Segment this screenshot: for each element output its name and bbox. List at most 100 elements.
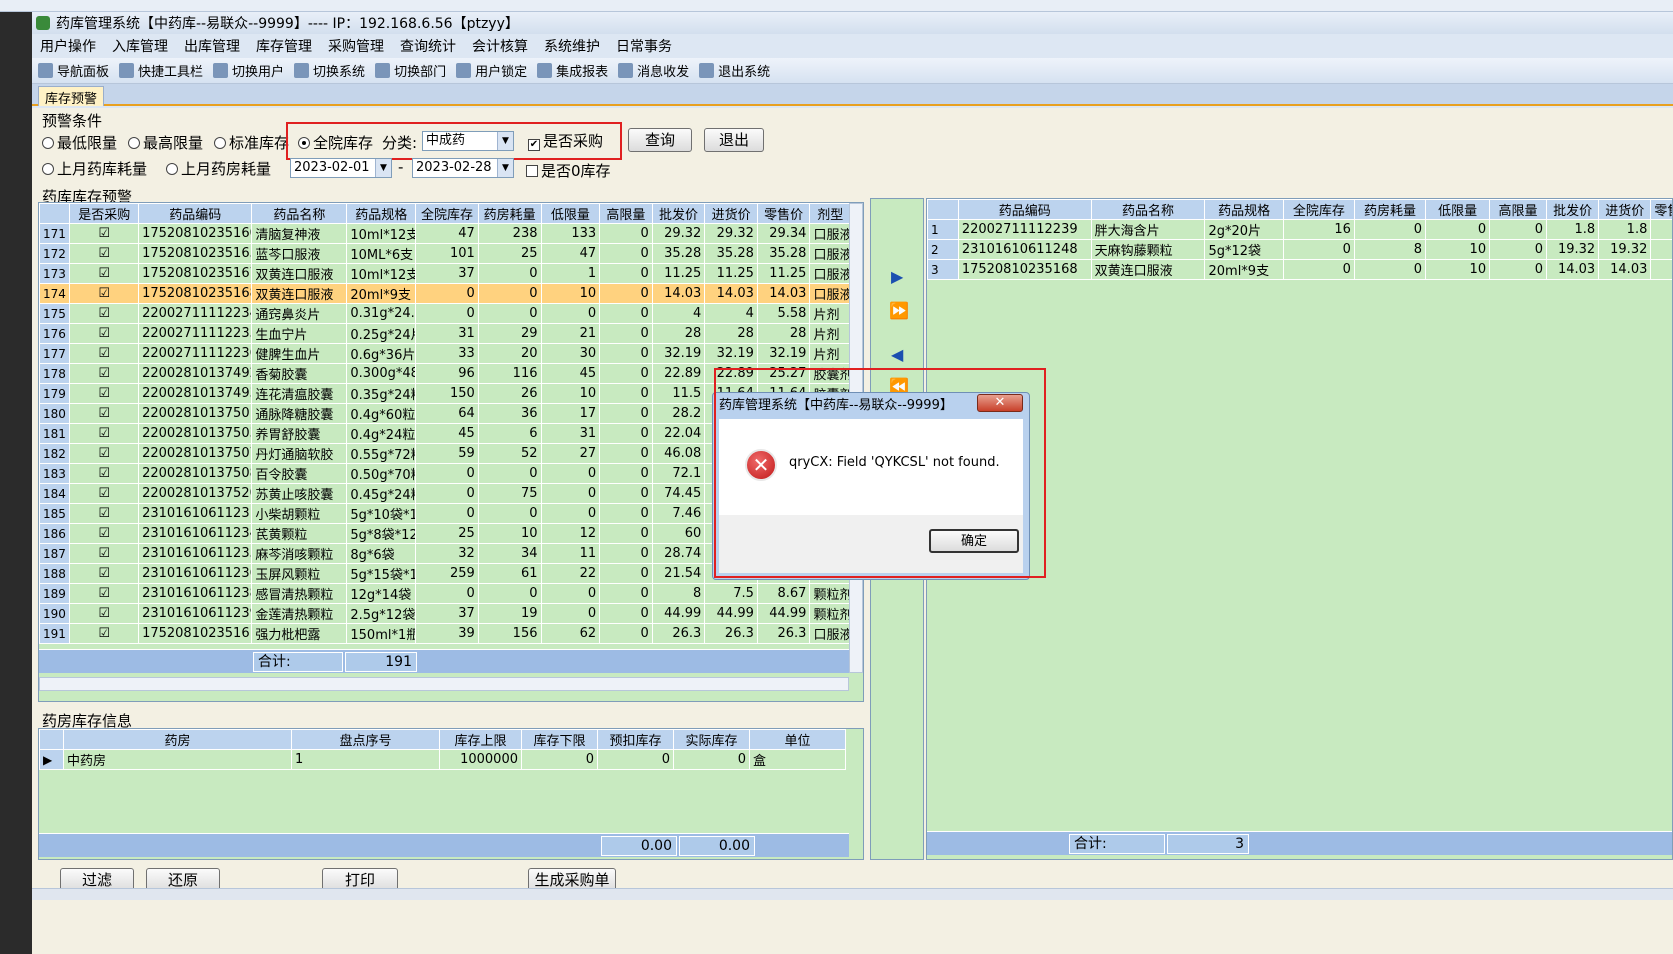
table-row[interactable]: 190 ☑ 23101610611239 金莲清热颗粒 2.5g*12袋 37 19 0 0 44… xyxy=(39,603,851,624)
menu-outbound[interactable]: 出库管理 xyxy=(184,36,240,56)
pharm-col-header[interactable]: 盘点序号 xyxy=(291,729,440,750)
pharm-col-header[interactable]: 库存上限 xyxy=(439,729,522,750)
purchase-checkbox[interactable]: ☑ xyxy=(69,283,140,304)
table-cell: 玉屏风颗粒 xyxy=(251,563,348,584)
left-col-header[interactable]: 药品编码 xyxy=(138,203,253,224)
purchase-checkbox[interactable]: ☑ xyxy=(69,323,140,344)
left-col-header[interactable]: 低限量 xyxy=(540,203,601,224)
purchase-checkbox[interactable]: ☑ xyxy=(69,463,140,484)
menu-query[interactable]: 查询统计 xyxy=(400,36,456,56)
purchase-checkbox[interactable]: ☑ xyxy=(69,443,140,464)
purchase-checkbox[interactable]: ☑ xyxy=(69,363,140,384)
purchase-checkbox[interactable]: ☑ xyxy=(69,603,140,624)
right-col-header[interactable]: 全院库存 xyxy=(1282,199,1355,220)
table-row[interactable]: 3 17520810235168 双黄连口服液 20ml*9支 0 0 10 0 14.03 14… xyxy=(927,259,1672,280)
table-row[interactable]: 191 ☑ 17520810235161 强力枇杷露 150ml*1瓶 39 156 62 0 2… xyxy=(39,623,851,644)
right-col-header[interactable]: 药品名称 xyxy=(1090,199,1206,220)
left-col-header[interactable]: 零售价 xyxy=(756,203,811,224)
table-row[interactable]: 177 ☑ 22002711112236 健脾生血片 0.6g*36片 33 20 30 0 32… xyxy=(39,343,851,364)
table-row[interactable]: 174 ☑ 17520810235168 双黄连口服液 20ml*9支 0 0 10 0 14.0… xyxy=(39,283,851,304)
pharm-col-header[interactable]: 药房 xyxy=(63,729,292,750)
right-col-header[interactable]: 药品编码 xyxy=(957,199,1092,220)
left-col-header[interactable]: 批发价 xyxy=(651,203,706,224)
menu-daily[interactable]: 日常事务 xyxy=(616,36,672,56)
tb-switch-system[interactable]: 切换系统 xyxy=(294,61,365,80)
left-col-header[interactable]: 全院库存 xyxy=(415,203,479,224)
table-row[interactable]: 176☑22002711112235生血宁片0.25g*24片312921028… xyxy=(39,323,851,344)
radio-last-store[interactable]: 上月药库耗量 xyxy=(42,158,147,179)
radio-min[interactable]: 最低限量 xyxy=(42,132,117,153)
menu-system[interactable]: 系统维护 xyxy=(544,36,600,56)
radio-std[interactable]: 标准库存 xyxy=(214,132,289,153)
tb-messages[interactable]: 消息收发 xyxy=(618,61,689,80)
purchase-checkbox[interactable]: ☑ xyxy=(69,623,140,644)
radio-last-pharm[interactable]: 上月药房耗量 xyxy=(166,158,271,179)
purchase-checkbox[interactable]: ☑ xyxy=(69,343,140,364)
table-row[interactable]: ▶ 中药房 1 1000000 0 0 0 盒 xyxy=(39,749,846,770)
pharm-col-header[interactable]: 库存下限 xyxy=(521,729,598,750)
left-grid-hscroll[interactable] xyxy=(39,677,849,691)
left-col-header[interactable]: 高限量 xyxy=(599,203,653,224)
purchase-checkbox[interactable]: ☑ xyxy=(69,403,140,424)
left-col-header[interactable]: 药品名称 xyxy=(251,203,348,224)
purchase-checkbox[interactable]: ☑ xyxy=(69,563,140,584)
menu-stock[interactable]: 库存管理 xyxy=(256,36,312,56)
tb-switch-dept[interactable]: 切换部门 xyxy=(375,61,446,80)
chk-zero-stock[interactable]: 是否0库存 xyxy=(526,160,611,181)
tb-user-lock[interactable]: 用户锁定 xyxy=(456,61,527,80)
table-row[interactable]: 122002711112239胖大海含片2g*20片160001.81.81 xyxy=(927,219,1672,240)
pharm-col-header[interactable]: 实际库存 xyxy=(673,729,750,750)
left-col-header[interactable]: 剂型 xyxy=(809,203,851,224)
move-all-right-icon[interactable]: ⏩ xyxy=(889,303,909,319)
tb-nav-panel[interactable]: 导航面板 xyxy=(38,61,109,80)
right-col-header[interactable]: 零售价 xyxy=(1650,199,1672,220)
tb-reports[interactable]: 集成报表 xyxy=(537,61,608,80)
purchase-checkbox[interactable]: ☑ xyxy=(69,523,140,544)
purchase-checkbox[interactable]: ☑ xyxy=(69,303,140,324)
purchase-checkbox[interactable]: ☑ xyxy=(69,263,140,284)
move-right-icon[interactable]: ▶ xyxy=(891,269,907,285)
menu-inbound[interactable]: 入库管理 xyxy=(112,36,168,56)
right-col-header[interactable]: 药品规格 xyxy=(1204,199,1284,220)
table-row[interactable]: 189 ☑ 23101610611238 感冒清热颗粒 12g*14袋 0 0 0 0 8 7.5 8… xyxy=(39,583,851,604)
tb-switch-user[interactable]: 切换用户 xyxy=(213,61,284,80)
pharm-col-header[interactable]: 预扣库存 xyxy=(597,729,674,750)
purchase-checkbox[interactable]: ☑ xyxy=(69,503,140,524)
right-col-header[interactable]: 低限量 xyxy=(1425,199,1491,220)
pharm-col-header[interactable]: 单位 xyxy=(749,729,846,750)
tb-exit[interactable]: 退出系统 xyxy=(699,61,770,80)
purchase-checkbox[interactable]: ☑ xyxy=(69,543,140,564)
menu-accounting[interactable]: 会计核算 xyxy=(472,36,528,56)
right-col-header[interactable]: 高限量 xyxy=(1489,199,1548,220)
left-col-header[interactable]: 是否采购 xyxy=(69,203,140,224)
date-to[interactable]: 2023-02-28 ▼ xyxy=(412,158,514,178)
table-cell: 0.35g*24粒 xyxy=(346,383,417,404)
radio-max[interactable]: 最高限量 xyxy=(128,132,203,153)
purchase-checkbox[interactable]: ☑ xyxy=(69,383,140,404)
table-row[interactable]: 171 ☑ 17520810235160 清脑复神液 10ml*12支 47 238 133 0… xyxy=(39,223,851,244)
purchase-checkbox[interactable]: ☑ xyxy=(69,423,140,444)
purchase-checkbox[interactable]: ☑ xyxy=(69,583,140,604)
move-left-icon[interactable]: ◀ xyxy=(891,347,907,363)
purchase-checkbox[interactable]: ☑ xyxy=(69,223,140,244)
menu-purchase[interactable]: 采购管理 xyxy=(328,36,384,56)
left-col-header[interactable]: 药品规格 xyxy=(346,203,417,224)
table-row[interactable]: 173 ☑ 17520810235167 双黄连口服液 10ml*12支 37 0 1 0 11.… xyxy=(39,263,851,284)
query-button[interactable]: 查询 xyxy=(628,128,692,152)
tab-stock-warning[interactable]: 库存预警 xyxy=(38,86,105,107)
right-col-header[interactable]: 药房耗量 xyxy=(1353,199,1427,220)
tb-quick-toolbar[interactable]: 快捷工具栏 xyxy=(119,61,203,80)
purchase-checkbox[interactable]: ☑ xyxy=(69,243,140,264)
right-col-header[interactable]: 批发价 xyxy=(1546,199,1600,220)
table-cell: 盒 xyxy=(749,749,846,770)
menu-user[interactable]: 用户操作 xyxy=(40,36,96,56)
right-col-header[interactable]: 进货价 xyxy=(1598,199,1652,220)
table-row[interactable]: 2 23101610611248 天麻钩藤颗粒 5g*12袋 0 8 10 0 19.32 19.… xyxy=(927,239,1672,260)
date-from[interactable]: 2023-02-01 ▼ xyxy=(290,158,392,178)
purchase-checkbox[interactable]: ☑ xyxy=(69,483,140,504)
left-col-header[interactable]: 药房耗量 xyxy=(477,203,542,224)
left-col-header[interactable]: 进货价 xyxy=(704,203,758,224)
exit-button[interactable]: 退出 xyxy=(704,128,764,152)
table-row[interactable]: 172 ☑ 17520810235165 蓝芩口服液 10ML*6支 101 25 47 0 35… xyxy=(39,243,851,264)
table-row[interactable]: 175 ☑ 22002711112234 通窍鼻炎片 0.31g*24. 0 0 0 0 4 4 5.… xyxy=(39,303,851,324)
